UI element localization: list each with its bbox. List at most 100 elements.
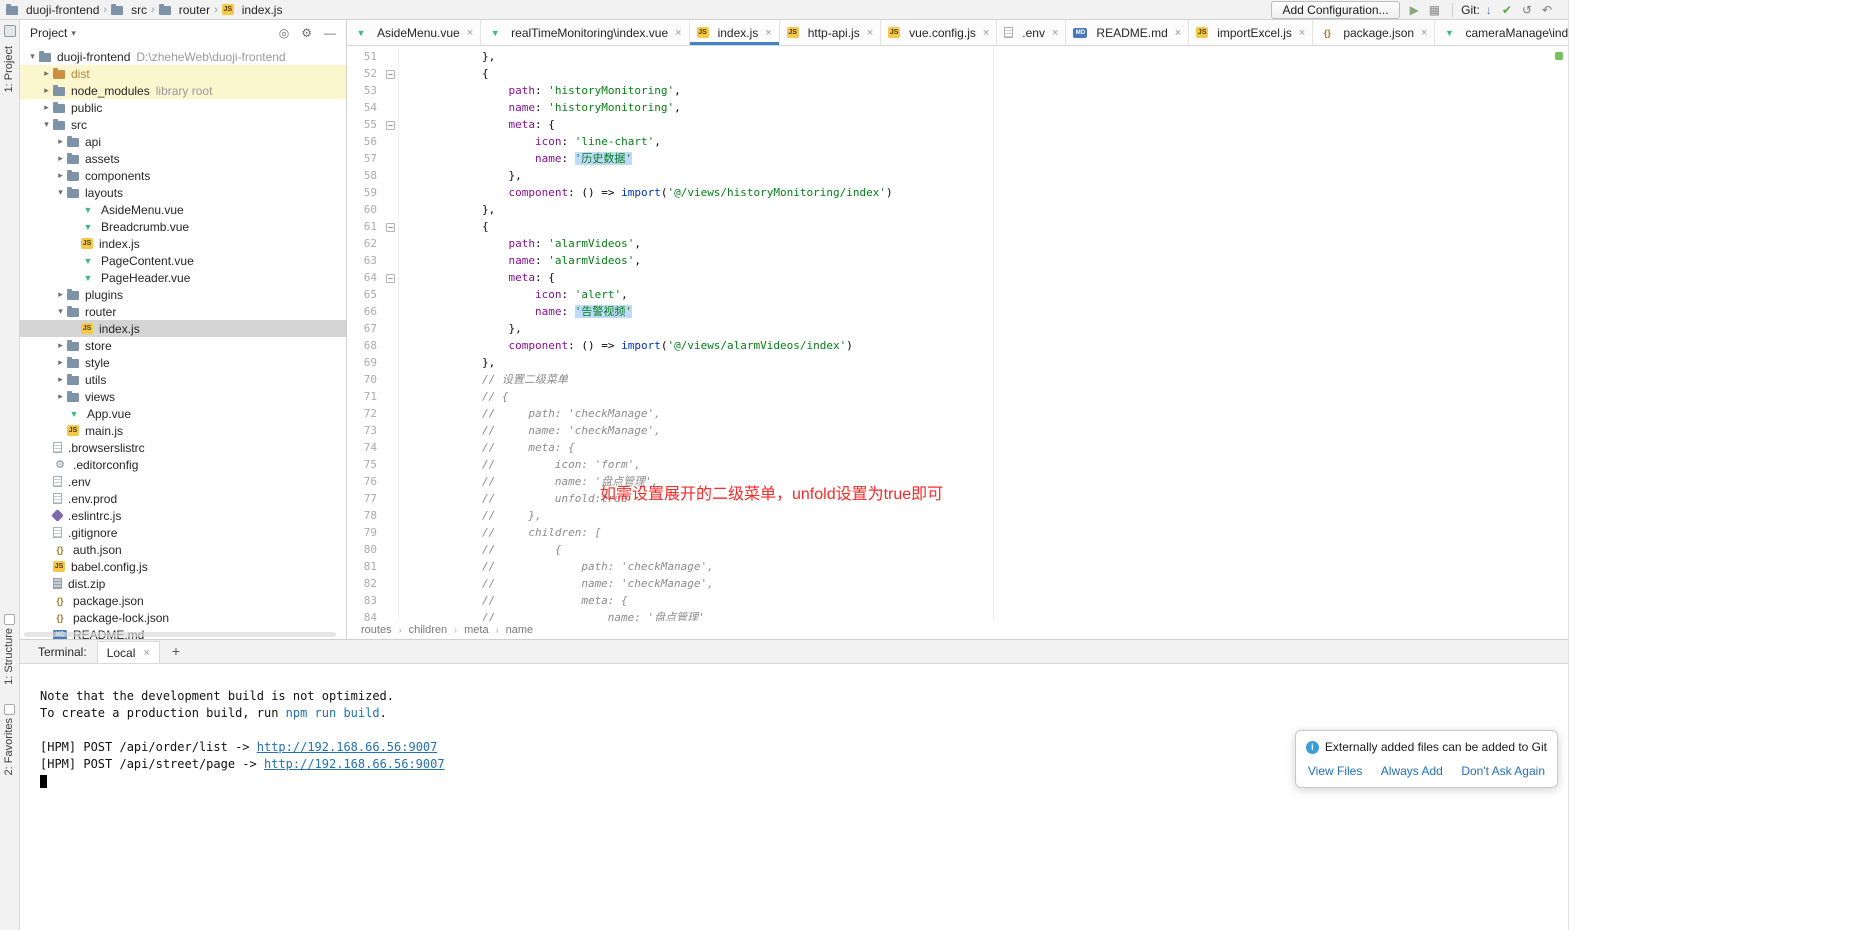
tree-item-app.vue[interactable]: ▼App.vue bbox=[20, 405, 346, 422]
chevron-down-icon[interactable]: ▾ bbox=[54, 187, 67, 198]
locate-icon[interactable]: ◎ bbox=[279, 26, 289, 40]
close-icon[interactable]: × bbox=[143, 647, 149, 659]
commit-icon[interactable]: ✔ bbox=[1502, 4, 1512, 16]
chevron-right-icon[interactable]: ▸ bbox=[40, 102, 53, 113]
close-icon[interactable]: × bbox=[1175, 27, 1181, 39]
chevron-right-icon[interactable]: ▸ bbox=[54, 170, 67, 181]
tree-item-.gitignore[interactable]: .gitignore bbox=[20, 524, 346, 541]
tree-item-style[interactable]: ▸style bbox=[20, 354, 346, 371]
close-icon[interactable]: × bbox=[675, 27, 681, 39]
notification-link-always-add[interactable]: Always Add bbox=[1381, 763, 1443, 780]
tree-item-store[interactable]: ▸store bbox=[20, 337, 346, 354]
tree-item-main.js[interactable]: JSmain.js bbox=[20, 422, 346, 439]
tree-item-asidemenu.vue[interactable]: ▼AsideMenu.vue bbox=[20, 201, 346, 218]
chevron-down-icon[interactable]: ▾ bbox=[40, 119, 53, 130]
close-icon[interactable]: × bbox=[765, 27, 771, 39]
tree-item-views[interactable]: ▸views bbox=[20, 388, 346, 405]
terminal-link[interactable]: http://192.168.66.56:9007 bbox=[264, 757, 445, 771]
chevron-right-icon[interactable]: ▸ bbox=[54, 153, 67, 164]
chevron-right-icon[interactable]: ▸ bbox=[54, 136, 67, 147]
tool-button-structure[interactable]: 1: Structure bbox=[3, 628, 15, 685]
tab-index.js[interactable]: JSindex.js× bbox=[690, 20, 780, 45]
fold-minus-icon[interactable]: − bbox=[386, 274, 395, 283]
tree-item-.eslintrc.js[interactable]: .eslintrc.js bbox=[20, 507, 346, 524]
tree-item-public[interactable]: ▸public bbox=[20, 99, 346, 116]
tree-item-router[interactable]: ▾router bbox=[20, 303, 346, 320]
structure-tool-icon[interactable] bbox=[4, 614, 15, 625]
tree-item-.editorconfig[interactable]: ⚙.editorconfig bbox=[20, 456, 346, 473]
history-icon[interactable]: ↺ bbox=[1522, 4, 1532, 16]
coverage-grid-icon[interactable]: ▦ bbox=[1429, 4, 1440, 16]
project-tool-icon[interactable] bbox=[4, 25, 16, 37]
tree-item-api[interactable]: ▸api bbox=[20, 133, 346, 150]
run-icon[interactable]: ▶ bbox=[1410, 4, 1419, 16]
tab-vue.config.js[interactable]: JSvue.config.js× bbox=[881, 20, 997, 45]
terminal-body[interactable]: Note that the development build is not o… bbox=[20, 664, 1568, 930]
chevron-right-icon[interactable]: ▸ bbox=[54, 289, 67, 300]
tree-item-dist.zip[interactable]: dist.zip bbox=[20, 575, 346, 592]
tree-item-.browserslistrc[interactable]: .browserslistrc bbox=[20, 439, 346, 456]
hide-icon[interactable]: — bbox=[324, 26, 336, 40]
tab-cameramanage-index.vue[interactable]: ▼cameraManage\index.vue× bbox=[1435, 20, 1568, 45]
chevron-down-icon[interactable]: ▾ bbox=[54, 306, 67, 317]
tree-item-.env[interactable]: .env bbox=[20, 473, 346, 490]
tree-item-index.js[interactable]: JSindex.js bbox=[20, 235, 346, 252]
breadcrumb-item-src[interactable]: src bbox=[111, 3, 147, 17]
tree-item-src[interactable]: ▾src bbox=[20, 116, 346, 133]
horizontal-scrollbar[interactable] bbox=[24, 632, 336, 637]
tab-readme.md[interactable]: MDREADME.md× bbox=[1066, 20, 1189, 45]
chevron-right-icon[interactable]: ▸ bbox=[40, 85, 53, 96]
chevron-right-icon[interactable]: ▸ bbox=[54, 340, 67, 351]
fold-minus-icon[interactable]: − bbox=[386, 121, 395, 130]
tree-item-layouts[interactable]: ▾layouts bbox=[20, 184, 346, 201]
close-icon[interactable]: × bbox=[1052, 27, 1058, 39]
tab-realtimemonitoring-index.vue[interactable]: ▼realTimeMonitoring\index.vue× bbox=[481, 20, 689, 45]
breadcrumb-item-children[interactable]: children bbox=[409, 624, 448, 636]
tree-item-package-lock.json[interactable]: {}package-lock.json bbox=[20, 609, 346, 626]
fold-minus-icon[interactable]: − bbox=[386, 223, 395, 232]
tree-item-.env.prod[interactable]: .env.prod bbox=[20, 490, 346, 507]
update-project-icon[interactable]: ↓ bbox=[1486, 4, 1492, 16]
editor-body[interactable]: 51 },52− {53 path: 'historyMonitoring',5… bbox=[347, 46, 1568, 621]
tree-item-assets[interactable]: ▸assets bbox=[20, 150, 346, 167]
breadcrumb-item-router[interactable]: router bbox=[159, 3, 210, 17]
close-icon[interactable]: × bbox=[467, 27, 473, 39]
new-terminal-button[interactable]: + bbox=[172, 643, 180, 659]
close-icon[interactable]: × bbox=[1421, 27, 1427, 39]
breadcrumb-item-routes[interactable]: routes bbox=[361, 624, 392, 636]
favorites-tool-icon[interactable] bbox=[4, 704, 15, 715]
tab-package.json[interactable]: {}package.json× bbox=[1313, 20, 1435, 45]
settings-icon[interactable]: ⚙ bbox=[301, 26, 312, 40]
tree-item-plugins[interactable]: ▸plugins bbox=[20, 286, 346, 303]
tree-item-components[interactable]: ▸components bbox=[20, 167, 346, 184]
tree-item-node-modules[interactable]: ▸node_moduleslibrary root bbox=[20, 82, 346, 99]
notification-link-don-t-ask-again[interactable]: Don't Ask Again bbox=[1461, 763, 1545, 780]
tree-item-index.js[interactable]: JSindex.js bbox=[20, 320, 346, 337]
notification-link-view-files[interactable]: View Files bbox=[1308, 763, 1362, 780]
tab-importexcel.js[interactable]: JSimportExcel.js× bbox=[1189, 20, 1313, 45]
terminal-link[interactable]: http://192.168.66.56:9007 bbox=[257, 740, 438, 754]
project-panel-title[interactable]: Project bbox=[30, 26, 67, 40]
tree-item-package.json[interactable]: {}package.json bbox=[20, 592, 346, 609]
breadcrumb-item-duoji-frontend[interactable]: duoji-frontend bbox=[6, 3, 99, 17]
tab-.env[interactable]: .env× bbox=[997, 20, 1066, 45]
add-configuration-button[interactable]: Add Configuration... bbox=[1271, 1, 1399, 19]
rollback-icon[interactable]: ↶ bbox=[1542, 4, 1552, 16]
tree-item-utils[interactable]: ▸utils bbox=[20, 371, 346, 388]
close-icon[interactable]: × bbox=[867, 27, 873, 39]
tree-item-pagecontent.vue[interactable]: ▼PageContent.vue bbox=[20, 252, 346, 269]
terminal-tab-local[interactable]: Local × bbox=[97, 641, 160, 663]
close-icon[interactable]: × bbox=[983, 27, 989, 39]
chevron-right-icon[interactable]: ▸ bbox=[54, 374, 67, 385]
tree-item-babel.config.js[interactable]: JSbabel.config.js bbox=[20, 558, 346, 575]
chevron-down-icon[interactable]: ▾ bbox=[26, 51, 39, 62]
tree-item-breadcrumb.vue[interactable]: ▼Breadcrumb.vue bbox=[20, 218, 346, 235]
tree-item-auth.json[interactable]: {}auth.json bbox=[20, 541, 346, 558]
tree-item-duoji-frontend[interactable]: ▾duoji-frontendD:\zheheWeb\duoji-fronten… bbox=[20, 48, 346, 65]
chevron-right-icon[interactable]: ▸ bbox=[54, 391, 67, 402]
breadcrumb-item-index.js[interactable]: JSindex.js bbox=[222, 3, 283, 17]
tree-item-pageheader.vue[interactable]: ▼PageHeader.vue bbox=[20, 269, 346, 286]
fold-minus-icon[interactable]: − bbox=[386, 70, 395, 79]
tree-item-dist[interactable]: ▸dist bbox=[20, 65, 346, 82]
tool-button-project[interactable]: 1: Project bbox=[3, 46, 15, 92]
